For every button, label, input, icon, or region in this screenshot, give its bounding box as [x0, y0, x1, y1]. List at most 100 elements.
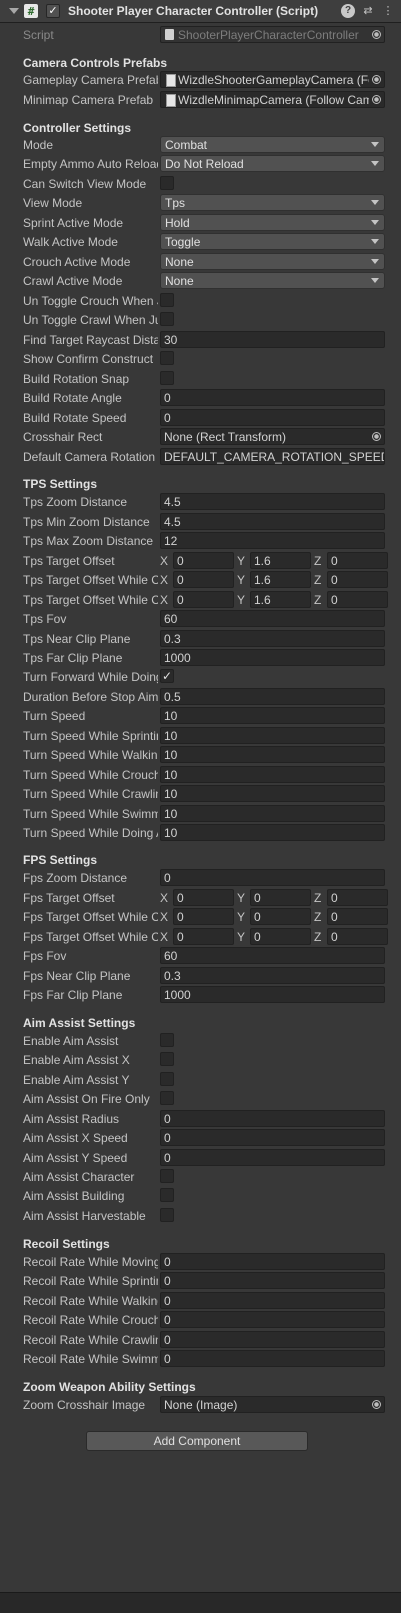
help-icon[interactable]: ? [341, 4, 355, 18]
fps-far-input[interactable]: 1000 [160, 986, 385, 1003]
y-input[interactable]: 1.6 [250, 571, 311, 588]
x-axis-label[interactable]: X [160, 593, 173, 607]
tps-max-zoom-input[interactable]: 12 [160, 532, 385, 549]
y-input[interactable]: 0 [250, 928, 311, 945]
aim-building-checkbox[interactable] [160, 1188, 174, 1202]
object-picker-icon[interactable] [369, 430, 383, 444]
recoil-crawling-input[interactable]: 0 [160, 1331, 385, 1348]
empty-ammo-dropdown[interactable]: Do Not Reload [160, 155, 385, 172]
enable-aim-y-checkbox[interactable] [160, 1072, 174, 1086]
camera-rotation-input[interactable]: DEFAULT_CAMERA_ROTATION_SPEED_SCALE [160, 448, 385, 465]
object-picker-icon[interactable] [369, 1398, 383, 1412]
aim-radius-input[interactable]: 0 [160, 1110, 385, 1127]
recoil-swimming-input[interactable]: 0 [160, 1350, 385, 1367]
z-input[interactable]: 0 [327, 908, 388, 925]
add-component-button[interactable]: Add Component [86, 1431, 308, 1451]
y-input[interactable]: 1.6 [250, 591, 311, 608]
x-input[interactable]: 0 [173, 889, 234, 906]
z-input[interactable]: 0 [327, 552, 388, 569]
crawl-dropdown[interactable]: None [160, 272, 385, 289]
fps-near-input[interactable]: 0.3 [160, 967, 385, 984]
recoil-crouching-input[interactable]: 0 [160, 1311, 385, 1328]
y-input[interactable]: 1.6 [250, 552, 311, 569]
y-input[interactable]: 0 [250, 889, 311, 906]
recoil-walking-input[interactable]: 0 [160, 1292, 385, 1309]
walk-dropdown[interactable]: Toggle [160, 233, 385, 250]
y-input[interactable]: 0 [250, 908, 311, 925]
z-axis-label[interactable]: Z [314, 891, 327, 905]
object-picker-icon[interactable] [369, 93, 383, 107]
enable-aim-checkbox[interactable] [160, 1033, 174, 1047]
component-header[interactable]: # ✓ Shooter Player Character Controller … [0, 0, 401, 23]
can-switch-checkbox[interactable] [160, 176, 174, 190]
z-axis-label[interactable]: Z [314, 554, 327, 568]
zoom-crosshair-field[interactable]: None (Image) [160, 1396, 385, 1413]
y-axis-label[interactable]: Y [237, 891, 250, 905]
foldout-arrow-icon[interactable] [9, 7, 19, 15]
sprint-dropdown[interactable]: Hold [160, 214, 385, 231]
y-axis-label[interactable]: Y [237, 910, 250, 924]
turn-forward-checkbox[interactable]: ✓ [160, 669, 174, 683]
tps-near-input[interactable]: 0.3 [160, 630, 385, 647]
aim-y-speed-input[interactable]: 0 [160, 1149, 385, 1166]
confirm-construct-checkbox[interactable] [160, 351, 174, 365]
component-enabled-checkbox[interactable]: ✓ [46, 4, 60, 18]
crosshair-rect-field[interactable]: None (Rect Transform) [160, 428, 385, 445]
turn-speed-input[interactable]: 10 [160, 707, 385, 724]
tps-far-input[interactable]: 1000 [160, 649, 385, 666]
y-axis-label[interactable]: Y [237, 573, 250, 587]
tps-fov-input[interactable]: 60 [160, 610, 385, 627]
tps-zoom-input[interactable]: 4.5 [160, 493, 385, 510]
x-axis-label[interactable]: X [160, 891, 173, 905]
fire-only-checkbox[interactable] [160, 1091, 174, 1105]
fps-fov-input[interactable]: 60 [160, 947, 385, 964]
ts-crouch-input[interactable]: 10 [160, 766, 385, 783]
y-axis-label[interactable]: Y [237, 554, 250, 568]
aim-harvestable-checkbox[interactable] [160, 1208, 174, 1222]
recoil-moving-input[interactable]: 0 [160, 1253, 385, 1270]
fps-zoom-input[interactable]: 0 [160, 869, 385, 886]
gameplay-camera-field[interactable]: WizdleShooterGameplayCamera (Follow Came… [160, 71, 385, 88]
untoggle-crouch-checkbox[interactable] [160, 293, 174, 307]
x-axis-label[interactable]: X [160, 573, 173, 587]
z-input[interactable]: 0 [327, 889, 388, 906]
x-input[interactable]: 0 [173, 928, 234, 945]
ts-sprint-input[interactable]: 10 [160, 727, 385, 744]
z-input[interactable]: 0 [327, 571, 388, 588]
duration-input[interactable]: 0.5 [160, 688, 385, 705]
untoggle-crawl-checkbox[interactable] [160, 312, 174, 326]
y-axis-label[interactable]: Y [237, 593, 250, 607]
x-axis-label[interactable]: X [160, 910, 173, 924]
x-input[interactable]: 0 [173, 571, 234, 588]
mode-dropdown[interactable]: Combat [160, 136, 385, 153]
more-options-icon[interactable]: ⋮ [381, 4, 395, 18]
rotate-speed-input[interactable]: 0 [160, 409, 385, 426]
minimap-camera-field[interactable]: WizdleMinimapCamera (Follow Camera) [160, 91, 385, 108]
z-input[interactable]: 0 [327, 591, 388, 608]
x-input[interactable]: 0 [173, 908, 234, 925]
tps-min-zoom-input[interactable]: 4.5 [160, 513, 385, 530]
crouch-dropdown[interactable]: None [160, 253, 385, 270]
ts-walk-input[interactable]: 10 [160, 746, 385, 763]
z-axis-label[interactable]: Z [314, 573, 327, 587]
raycast-input[interactable]: 30 [160, 331, 385, 348]
ts-swim-input[interactable]: 10 [160, 805, 385, 822]
z-axis-label[interactable]: Z [314, 930, 327, 944]
aim-character-checkbox[interactable] [160, 1169, 174, 1183]
recoil-sprinting-input[interactable]: 0 [160, 1272, 385, 1289]
presets-icon[interactable]: ⇄ [361, 4, 375, 18]
ts-doing-input[interactable]: 10 [160, 824, 385, 841]
aim-x-speed-input[interactable]: 0 [160, 1129, 385, 1146]
enable-aim-x-checkbox[interactable] [160, 1052, 174, 1066]
z-axis-label[interactable]: Z [314, 593, 327, 607]
view-mode-dropdown[interactable]: Tps [160, 194, 385, 211]
x-axis-label[interactable]: X [160, 554, 173, 568]
y-axis-label[interactable]: Y [237, 930, 250, 944]
object-picker-icon[interactable] [369, 73, 383, 87]
z-axis-label[interactable]: Z [314, 910, 327, 924]
rotation-snap-checkbox[interactable] [160, 371, 174, 385]
z-input[interactable]: 0 [327, 928, 388, 945]
x-input[interactable]: 0 [173, 552, 234, 569]
x-axis-label[interactable]: X [160, 930, 173, 944]
x-input[interactable]: 0 [173, 591, 234, 608]
